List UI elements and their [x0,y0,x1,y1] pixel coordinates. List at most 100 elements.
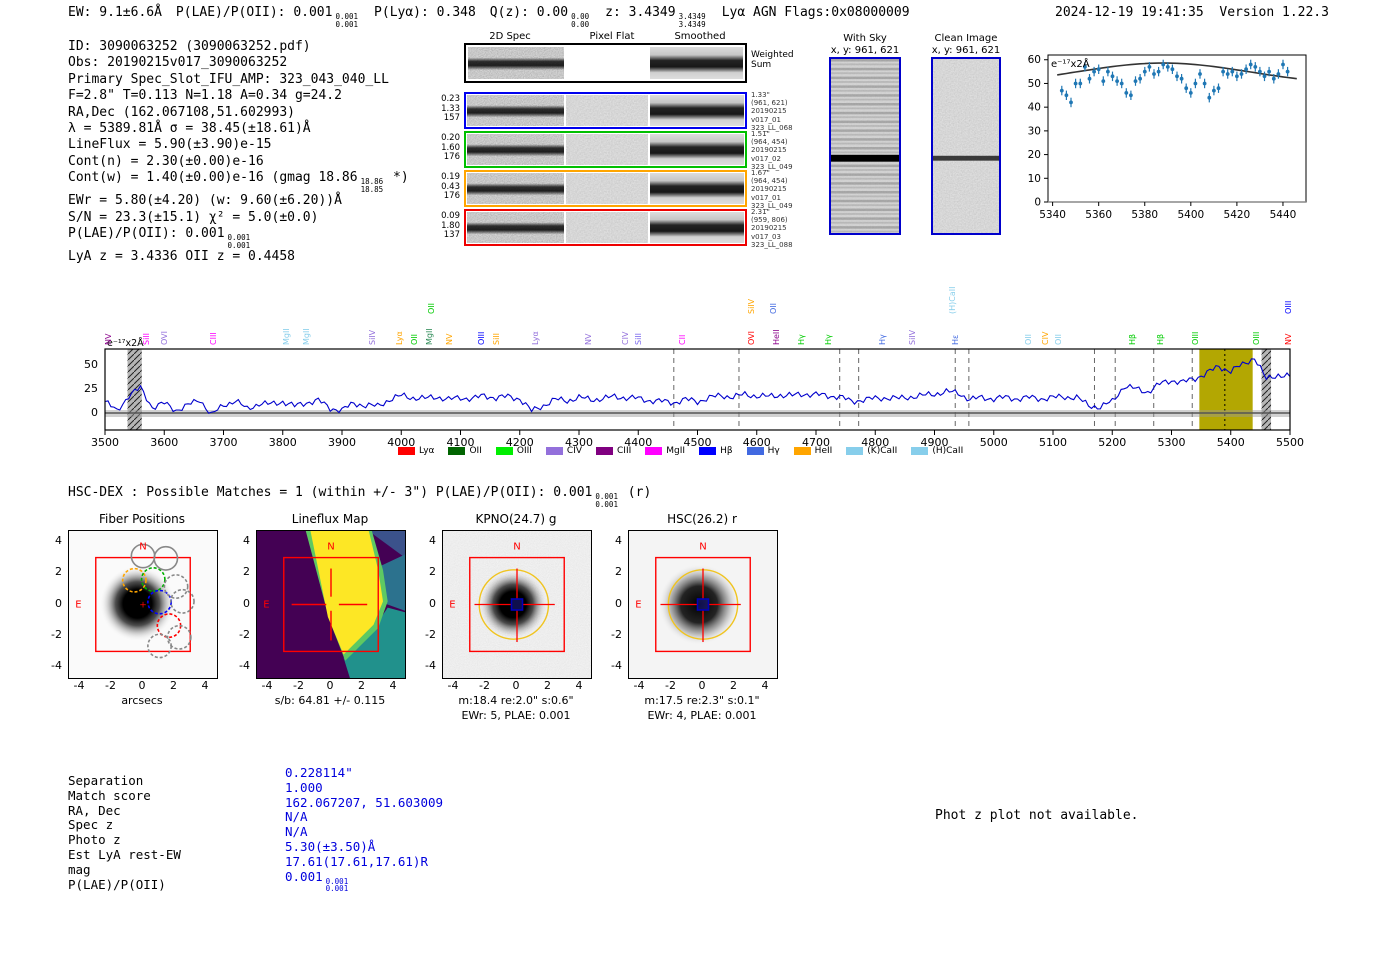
legend-swatch [699,447,717,455]
svg-text:E: E [75,600,81,611]
info-line: RA,Dec (162.067108,51.602993) [68,104,295,120]
cutout-ytick: 2 [55,565,62,579]
svg-text:50: 50 [1028,78,1041,90]
emission-line-label: (H)CaII [948,286,958,314]
cutout-ytick: 0 [55,596,62,610]
cutout-xtick: 2 [169,679,177,692]
info-line: ID: 3090063252 (3090063252.pdf) [68,39,311,54]
legend-label: Lyα [419,446,435,456]
match-table-value: 1.000 [285,779,323,795]
legend-item: Hγ [746,446,780,456]
legend-label: MgII [666,446,686,456]
legend-swatch [495,447,513,455]
spec2d-cell-smooth [650,212,744,243]
legend-item: MgII [645,446,685,456]
info-line: Obs: 20190215v017_3090063252 [68,55,288,71]
legend-item: Hβ [699,446,733,456]
spectrum-xtick: 5100 [1039,436,1067,449]
svg-text:E: E [635,600,641,611]
spec2d-row-right-labels: 1.51" (964, 454) 20190215 v017_02 323_LL_049 [751,130,793,171]
cutout-xtick: -4 [633,679,645,692]
emission-line-label: CIV [1041,331,1051,345]
match-table-label: Est LyA rest-EW [68,846,181,862]
legend-swatch [448,447,466,455]
spec2d-row-right-labels: 1.67" (964, 454) 20190215 v017_01 323_LL_049 [751,169,793,210]
match-table-label: mag [68,861,91,877]
svg-text:5440: 5440 [1270,209,1297,221]
cutout-xtick: 0 [698,679,706,692]
cutout-xtick: -2 [105,679,116,692]
svg-text:E: E [263,600,269,611]
info-line: Cont(w) = 1.40(±0.00)e-16 (gmag 18.86 18.… [68,170,409,194]
cutout-xtick: 4 [201,679,209,692]
cutout-plot-map: NE [256,530,406,679]
spectrum-legend: Lyα OII OIII CIV CIII MgII Hβ Hγ HeII (K)CaII (H)C… [398,446,963,456]
emission-line-label: MgII [424,328,434,345]
cutout-xtick: 0 [138,679,146,692]
cutout-xtick: -4 [73,679,85,692]
legend-label: Hγ [767,446,780,456]
emission-line-label: Lyα [394,331,404,345]
emission-line-label: SiIV [367,329,377,345]
emission-line-label: OII [410,333,420,345]
cutout-ytick: 4 [615,533,622,547]
svg-text:5420: 5420 [1224,209,1251,221]
cutout-ytick: -4 [239,659,250,673]
match-table-label: Spec z [68,817,114,833]
spectrum-xtick: 3500 [91,436,119,449]
svg-text:40: 40 [1028,102,1041,114]
emission-line-label: Hγ [796,334,806,345]
legend-item: OII [448,446,482,456]
legend-swatch [645,447,663,455]
emission-line-label: SiII [634,332,644,345]
sky-panel-title: With Sky x, y: 961, 621 [830,33,900,56]
cutout-ytick: 0 [243,596,250,610]
emission-line-label: NV [444,333,454,345]
svg-text:+: + [139,601,147,611]
spec2d-cell-noise [467,95,564,126]
spectrum-xtick: 3600 [150,436,179,449]
svg-text:10: 10 [1028,173,1041,185]
emission-line-label: OII [1024,333,1034,345]
spec2d-cell-noise [467,173,564,204]
legend-swatch [545,447,563,455]
svg-text:0: 0 [1034,197,1041,209]
spec2d-cell-noise [467,212,564,243]
emission-line-label: Lyα [531,331,541,345]
legend-item: OIII [495,446,532,456]
cutout-xtick: 0 [512,679,520,692]
svg-text:N: N [327,542,334,553]
emission-line-label: OII [426,302,436,314]
cutout-xtick: 2 [729,679,737,692]
svg-text:60: 60 [1028,54,1041,66]
emission-line-label: OVI [746,331,756,345]
cutout-xtick: 0 [326,679,334,692]
spec2d-cell-smooth [650,173,744,204]
report-header-datetime: 2024-12-19 19:41:35 Version 1.22.3 [1055,5,1329,20]
svg-text:N: N [699,542,706,553]
stacked-uncertainty: 3.4349 3.4349 [678,12,706,29]
spec2d-cell-white [566,47,648,79]
legend-swatch [398,447,415,455]
cutout-subline1: m:17.5 re:2.3" s:0.1" [644,694,760,707]
cutout-ytick: -4 [611,659,622,673]
cutout-ytick: -4 [425,659,436,673]
spec2d-cell-smooth [650,47,743,79]
legend-label: OIII [516,446,532,456]
cutout-ytick: 4 [55,533,62,547]
match-table-value: 0.228114" [285,765,353,780]
match-table-value: N/A [285,824,308,840]
cutout-ytick: -2 [611,627,622,641]
emission-line-label: CIV [621,331,631,345]
spec2d-row-left-labels: 0.23 1.33 157 [441,94,460,123]
svg-text:N: N [139,542,146,553]
legend-label: Hβ [720,446,733,456]
spec2d-fiber-row [464,131,747,168]
elixer-report-page: EW: 9.1±6.6Å P(LAE)/P(OII): 0.001 0.001 0.0… [0,0,1400,953]
emission-line-label: OIII [1284,300,1294,314]
cutout-title-img_r: HSC(26.2) r [667,512,737,526]
legend-label: CIV [566,446,583,456]
spectrum-xtick: 5200 [1098,436,1127,449]
cutout-ytick: -2 [425,627,436,641]
spec2d-weighted-row [464,43,747,83]
